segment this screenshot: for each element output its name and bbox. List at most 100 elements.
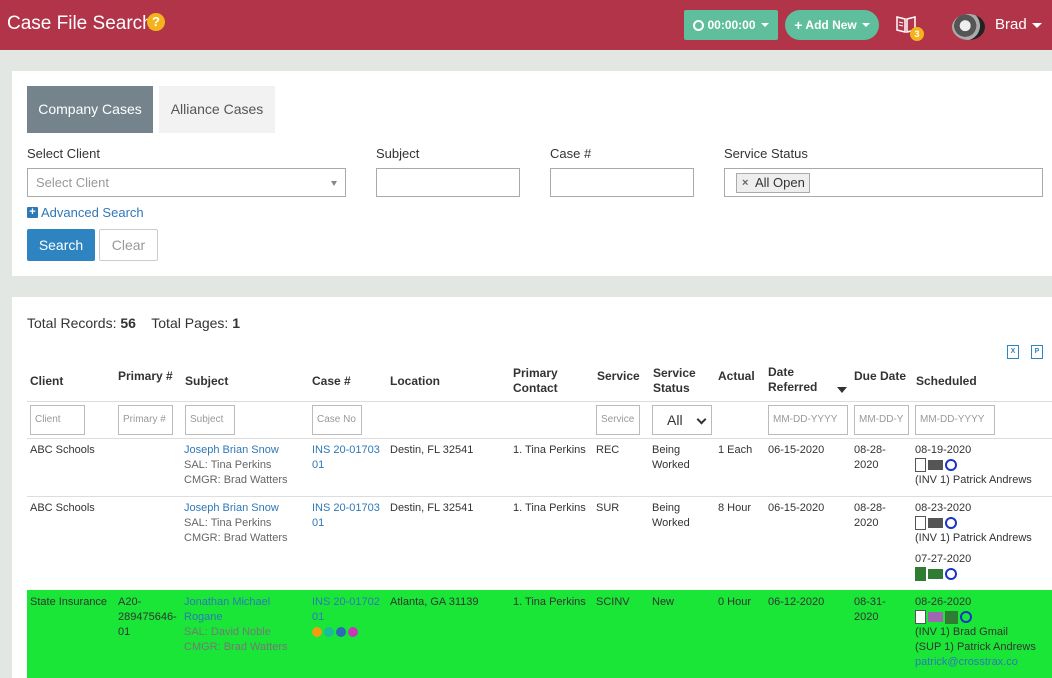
video-camera-icon[interactable]	[928, 569, 943, 580]
client-filter-input[interactable]: Client	[30, 405, 85, 435]
video-camera-icon[interactable]	[928, 612, 943, 623]
blue-dot-icon	[336, 627, 346, 637]
cell-status: Being Worked	[652, 501, 690, 531]
advanced-search-link[interactable]: + Advanced Search	[27, 205, 144, 220]
cell-contact: 1. Tina Perkins	[513, 502, 586, 514]
col-header-scheduled[interactable]: Scheduled	[916, 374, 977, 389]
col-header-service-status-line2: Status	[653, 381, 690, 395]
case-cell: INS 20-01702 01	[312, 595, 380, 642]
document-icon[interactable]	[915, 516, 926, 531]
sal-text: SAL: Tina Perkins	[184, 459, 272, 471]
video-camera-icon[interactable]	[928, 518, 943, 529]
chevron-down-icon[interactable]	[1032, 23, 1042, 28]
cell-scheduled: 08-19-2020 (INV 1) Patrick Andrews	[915, 443, 1032, 488]
user-name[interactable]: Brad	[995, 16, 1027, 33]
sched-icons	[915, 516, 1032, 531]
cell-referred: 06-15-2020	[768, 502, 825, 514]
subject-input[interactable]	[376, 168, 520, 197]
cell-primary: A20- 289475646- 01	[118, 595, 177, 640]
timer-button[interactable]: 00:00:00	[684, 10, 778, 40]
excel-export-icon[interactable]: X	[1007, 345, 1019, 359]
cell-referred: 06-12-2020	[768, 596, 825, 608]
cell-actual: 8 Hour	[718, 502, 752, 514]
case-link[interactable]: INS 20-01703 01	[312, 443, 380, 473]
cell-actual: 1 Each	[718, 444, 753, 456]
results-panel: Total Records: 56 Total Pages: 1 X P Cli…	[12, 297, 1052, 678]
tab-company-cases[interactable]: Company Cases	[27, 86, 153, 133]
table-row[interactable]: ABC Schools Joseph Brian Snow SAL: Tina …	[27, 439, 1052, 496]
select-client-dropdown[interactable]: Select Client	[27, 168, 346, 197]
col-header-subject[interactable]: Subject	[185, 374, 228, 389]
clock-icon[interactable]	[945, 459, 957, 472]
status-filter-select[interactable]: All	[652, 405, 712, 435]
case-number-input[interactable]	[550, 168, 694, 197]
case-line2: 01	[312, 517, 325, 529]
divider	[27, 401, 1052, 402]
remove-tag-icon[interactable]: ×	[742, 174, 748, 192]
document-filled-icon[interactable]	[915, 567, 926, 582]
subject-link[interactable]: Joseph Brian Snow	[184, 501, 288, 516]
subject-link[interactable]: Joseph Brian Snow	[184, 443, 288, 458]
service-filter-input[interactable]: Service	[596, 405, 640, 435]
sched-date: 08-23-2020	[915, 502, 972, 514]
subject-link[interactable]: Jonathan Michael Rogane	[184, 595, 288, 625]
col-header-date-referred[interactable]: Date Referred	[768, 365, 817, 395]
table-row-highlighted[interactable]: State Insurance A20- 289475646- 01 Jonat…	[27, 590, 1052, 678]
col-header-client[interactable]: Client	[30, 374, 63, 389]
cell-scheduled: 08-26-2020 (INV 1) Brad Gmail (SUP 1) Pa…	[915, 595, 1036, 670]
col-header-primary-contact[interactable]: Primary Contact	[513, 366, 558, 396]
col-header-service[interactable]: Service	[597, 369, 640, 384]
subject-line1: Jonathan Michael	[184, 596, 271, 608]
chevron-down-icon	[861, 23, 870, 27]
email-link[interactable]: patrick@crosstrax.co	[915, 655, 1036, 670]
status-dots	[312, 627, 380, 642]
col-header-service-status[interactable]: Service Status	[653, 366, 696, 396]
clock-icon[interactable]	[960, 611, 972, 624]
sched-icons	[915, 458, 1032, 473]
service-status-label: Service Status	[724, 146, 808, 161]
tab-alliance-cases[interactable]: Alliance Cases	[159, 86, 275, 133]
avatar[interactable]	[952, 14, 985, 40]
video-camera-icon[interactable]	[928, 460, 943, 471]
case-line1[interactable]: INS 20-01702	[312, 595, 380, 610]
clock-icon[interactable]	[945, 568, 957, 581]
cell-contact: 1. Tina Perkins	[513, 444, 586, 456]
help-icon[interactable]: ?	[147, 13, 165, 31]
primary-filter-input[interactable]: Primary #	[118, 405, 173, 435]
col-header-primary[interactable]: Primary #	[118, 369, 173, 384]
scheduled-filter-input[interactable]: MM-DD-YYYY	[915, 405, 995, 435]
table-row[interactable]: ABC Schools Joseph Brian Snow SAL: Tina …	[27, 497, 1052, 590]
cell-service: REC	[596, 444, 620, 456]
case-filter-input[interactable]: Case No	[312, 405, 362, 435]
cell-contact: 1. Tina Perkins	[513, 596, 586, 608]
total-records-value: 56	[120, 315, 136, 331]
clear-button[interactable]: Clear	[99, 229, 158, 261]
add-new-button[interactable]: + Add New	[785, 10, 879, 40]
clock-icon[interactable]	[945, 517, 957, 530]
document-icon[interactable]	[915, 610, 926, 625]
col-header-case[interactable]: Case #	[312, 374, 351, 389]
col-header-due-date[interactable]: Due Date	[854, 369, 906, 384]
sort-desc-icon[interactable]	[837, 387, 847, 393]
service-status-multiselect[interactable]: × All Open	[724, 168, 1043, 197]
subject-filter-input[interactable]: Subject	[185, 405, 235, 435]
cell-client: ABC Schools	[30, 502, 95, 514]
document-icon[interactable]	[915, 458, 926, 473]
cell-client: ABC Schools	[30, 444, 95, 456]
status-tag[interactable]: × All Open	[736, 173, 810, 193]
status-line1: Being	[652, 444, 681, 456]
green-square-icon[interactable]	[945, 610, 958, 624]
timer-label: 00:00:00	[707, 18, 756, 32]
referred-filter-input[interactable]: MM-DD-YYYY	[768, 405, 848, 435]
pdf-export-icon[interactable]: P	[1031, 345, 1043, 359]
advanced-search-label: Advanced Search	[41, 205, 144, 220]
due-filter-input[interactable]: MM-DD-Y	[854, 405, 909, 435]
col-header-actual[interactable]: Actual	[718, 369, 755, 384]
cell-actual: 0 Hour	[718, 596, 752, 608]
case-line2[interactable]: 01	[312, 610, 380, 625]
col-header-location[interactable]: Location	[390, 374, 440, 389]
case-link[interactable]: INS 20-01703 01	[312, 501, 380, 531]
orange-dot-icon	[312, 627, 322, 637]
chevron-down-icon	[760, 23, 769, 27]
search-button[interactable]: Search	[27, 229, 95, 261]
